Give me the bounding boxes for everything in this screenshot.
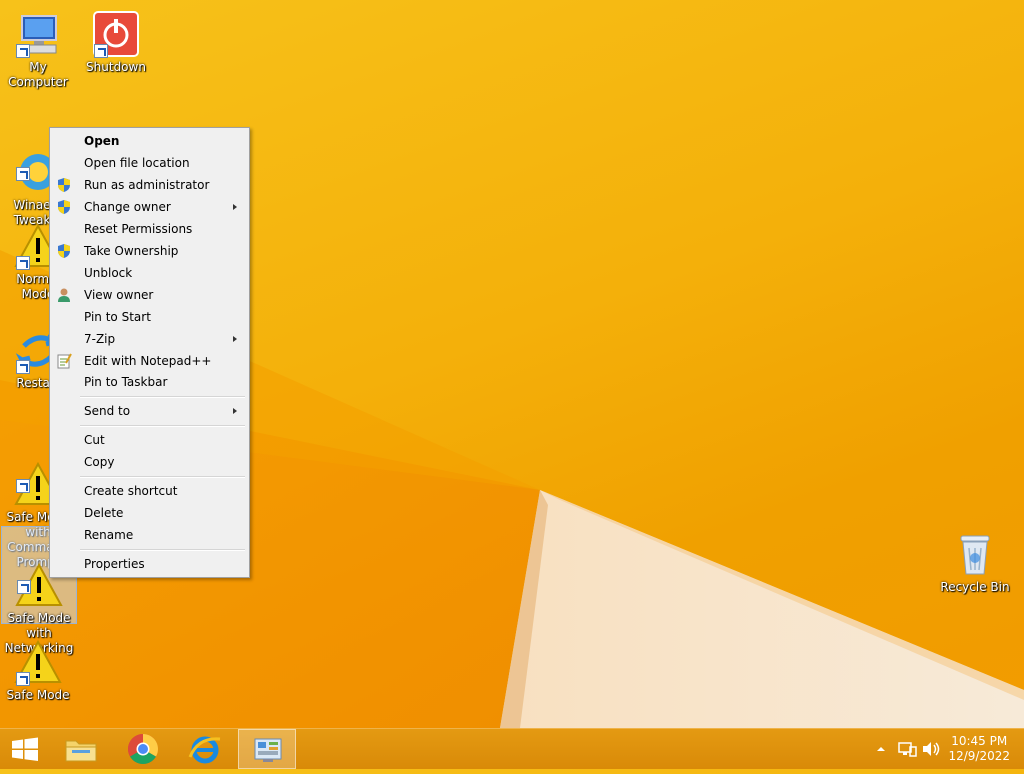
- uac-shield-icon: [58, 244, 70, 258]
- menu-item-label: Unblock: [84, 266, 133, 280]
- menu-item-take-ownership[interactable]: Take Ownership: [52, 240, 247, 262]
- menu-item-label: Send to: [84, 404, 131, 418]
- desktop-icon-label: My Computer: [8, 60, 68, 89]
- submenu-arrow-icon: [233, 336, 237, 342]
- taskbar-control-panel[interactable]: [238, 729, 296, 769]
- shortcut-arrow-icon: [16, 256, 30, 270]
- menu-separator: [80, 396, 245, 398]
- taskbar: 10:45 PM 12/9/2022: [0, 728, 1024, 769]
- menu-separator: [80, 549, 245, 551]
- menu-separator: [80, 476, 245, 478]
- menu-item-properties[interactable]: Properties: [52, 553, 247, 575]
- network-icon[interactable]: [896, 739, 918, 759]
- user-icon: [58, 288, 70, 302]
- control-panel-icon: [254, 738, 282, 762]
- menu-item-label: Open file location: [84, 156, 190, 170]
- menu-item-label: Take Ownership: [84, 244, 179, 258]
- menu-item-open[interactable]: Open: [52, 130, 247, 152]
- internet-explorer-icon: [188, 736, 221, 764]
- menu-item-label: Cut: [84, 433, 105, 447]
- menu-item-cut[interactable]: Cut: [52, 429, 247, 451]
- menu-item-delete[interactable]: Delete: [52, 502, 247, 524]
- menu-item-label: Delete: [84, 506, 124, 520]
- volume-icon[interactable]: [920, 739, 942, 759]
- desktop-icon-label: Shutdown: [86, 60, 146, 74]
- menu-item-label: Open: [84, 134, 120, 148]
- computer-icon: [14, 10, 62, 58]
- shortcut-arrow-icon: [16, 672, 30, 686]
- windows-logo-icon: [12, 737, 38, 761]
- menu-item-run-as-administrator[interactable]: Run as administrator: [52, 174, 247, 196]
- desktop-icon-safe-mode[interactable]: Safe Mode: [0, 634, 76, 703]
- menu-item-label: Pin to Taskbar: [84, 375, 168, 389]
- menu-item-send-to[interactable]: Send to: [52, 400, 247, 422]
- shortcut-arrow-icon: [16, 167, 30, 181]
- menu-item-edit-with-notepad-plus-plus[interactable]: Edit with Notepad++: [52, 350, 247, 372]
- menu-item-label: Properties: [84, 557, 145, 571]
- shortcut-arrow-icon: [17, 580, 31, 594]
- system-tray: [870, 729, 950, 769]
- menu-item-label: Change owner: [84, 200, 171, 214]
- show-hidden-icons-button[interactable]: [872, 739, 890, 759]
- desktop-icon-label: Recycle Bin: [940, 580, 1010, 594]
- menu-item-create-shortcut[interactable]: Create shortcut: [52, 480, 247, 502]
- uac-shield-icon: [58, 200, 70, 214]
- menu-item-label: Copy: [84, 455, 115, 469]
- desktop-icon-recycle-bin[interactable]: Recycle Bin: [937, 526, 1013, 595]
- system-clock[interactable]: 10:45 PM 12/9/2022: [948, 734, 1010, 764]
- folder-icon: [65, 740, 97, 762]
- uac-shield-icon: [58, 178, 70, 192]
- desktop-icon-shutdown[interactable]: Shutdown: [78, 6, 154, 75]
- shortcut-arrow-icon: [16, 360, 30, 374]
- desktop-icon-my-computer[interactable]: My Computer: [0, 6, 76, 90]
- menu-item-view-owner[interactable]: View owner: [52, 284, 247, 306]
- menu-item-label: Pin to Start: [84, 310, 151, 324]
- submenu-arrow-icon: [233, 204, 237, 210]
- clock-date: 12/9/2022: [948, 749, 1010, 763]
- desktop-icon-label: Safe Mode: [6, 688, 70, 702]
- menu-item-label: Rename: [84, 528, 134, 542]
- menu-item-open-file-location[interactable]: Open file location: [52, 152, 247, 174]
- menu-item-label: View owner: [84, 288, 154, 302]
- submenu-arrow-icon: [233, 408, 237, 414]
- menu-item-7-zip[interactable]: 7-Zip: [52, 328, 247, 350]
- taskbar-chrome[interactable]: [114, 729, 172, 769]
- menu-item-reset-permissions[interactable]: Reset Permissions: [52, 218, 247, 240]
- start-button[interactable]: [0, 729, 50, 769]
- taskbar-file-explorer[interactable]: [52, 729, 110, 769]
- notepad-icon: [57, 353, 72, 369]
- taskbar-internet-explorer[interactable]: [176, 729, 234, 769]
- menu-item-pin-to-taskbar[interactable]: Pin to Taskbar: [52, 371, 247, 393]
- context-menu: Open Open file location Run as administr…: [49, 127, 250, 578]
- power-icon: [92, 10, 140, 58]
- menu-item-label: Edit with Notepad++: [84, 354, 212, 368]
- menu-item-label: Reset Permissions: [84, 222, 193, 236]
- menu-item-change-owner[interactable]: Change owner: [52, 196, 247, 218]
- shortcut-arrow-icon: [16, 44, 30, 58]
- menu-item-copy[interactable]: Copy: [52, 451, 247, 473]
- menu-separator: [80, 425, 245, 427]
- shortcut-arrow-icon: [16, 479, 30, 493]
- shortcut-arrow-icon: [94, 44, 108, 58]
- menu-item-rename[interactable]: Rename: [52, 524, 247, 546]
- chrome-icon: [127, 734, 159, 765]
- menu-item-label: Run as administrator: [84, 178, 210, 192]
- menu-item-pin-to-start[interactable]: Pin to Start: [52, 306, 247, 328]
- clock-time: 10:45 PM: [951, 734, 1008, 748]
- menu-item-label: Create shortcut: [84, 484, 178, 498]
- menu-item-label: 7-Zip: [84, 332, 116, 346]
- recycle-bin-icon: [951, 530, 999, 578]
- menu-item-unblock[interactable]: Unblock: [52, 262, 247, 284]
- desktop[interactable]: My Computer Shutdown Winaero Tweaker Nor…: [0, 0, 1024, 728]
- warning-icon: [14, 638, 62, 686]
